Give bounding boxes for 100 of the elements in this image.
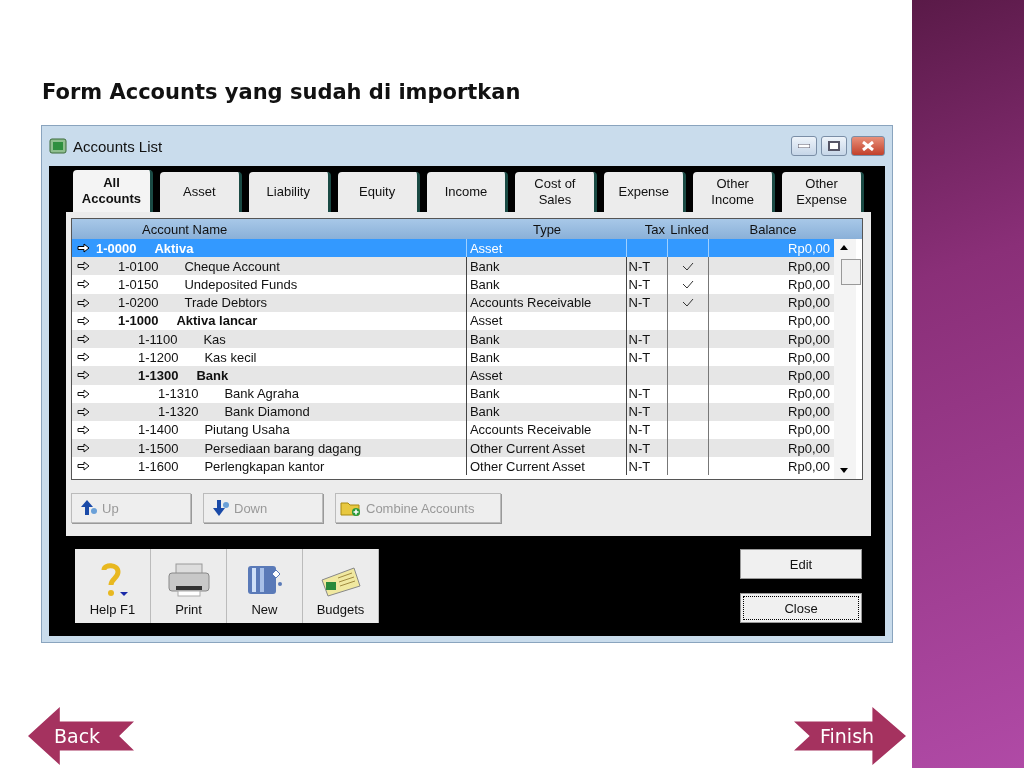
balance-amount: Rp0,00 xyxy=(788,313,830,329)
scrollbar[interactable] xyxy=(834,239,856,479)
account-type: Asset xyxy=(469,313,503,329)
account-type: Bank xyxy=(469,258,500,274)
column-header: Tax xyxy=(643,220,666,239)
tab[interactable]: Other Expense xyxy=(782,172,864,212)
arrow-icon xyxy=(77,279,91,290)
printer-icon xyxy=(165,562,212,598)
arrow-icon xyxy=(77,406,91,417)
balance-amount: Rp0,00 xyxy=(788,386,830,402)
tax-code: N-T xyxy=(628,349,651,365)
next-button[interactable]: Finish xyxy=(794,707,906,765)
maximize-icon xyxy=(828,141,840,151)
tab[interactable]: Asset xyxy=(159,172,242,212)
tax-code: N-T xyxy=(628,440,651,456)
account-number: 1-1100 xyxy=(137,331,178,347)
arrow-icon xyxy=(77,388,91,399)
account-number: 1-0100 xyxy=(117,258,159,274)
balance-amount: Rp0,00 xyxy=(788,295,830,311)
account-name: Kas kecil xyxy=(204,349,257,365)
folder-plus-icon xyxy=(340,499,362,517)
balance-amount: Rp0,00 xyxy=(788,367,830,383)
account-name: Perlengkapan kantor xyxy=(204,458,325,474)
column-header: Linked xyxy=(669,220,710,239)
action-button[interactable]: Close xyxy=(740,593,862,623)
account-name: Undeposited Funds xyxy=(184,276,298,292)
balance-amount: Rp0,00 xyxy=(788,404,830,420)
account-type: Asset xyxy=(469,367,503,383)
account-number: 1-1400 xyxy=(137,422,179,438)
balance-amount: Rp0,00 xyxy=(788,331,830,347)
back-button[interactable]: Back xyxy=(28,707,134,765)
table-row[interactable]: 1-1300 Bank Asset Rp0,00 xyxy=(72,366,834,385)
balance-amount: Rp0,00 xyxy=(788,422,830,438)
account-number: 1-1500 xyxy=(137,440,179,456)
window-icon xyxy=(49,138,67,154)
account-name: Trade Debtors xyxy=(184,295,268,311)
account-name: Bank Diamond xyxy=(224,404,310,420)
account-type: Asset xyxy=(469,240,503,256)
account-number: 1-1320 xyxy=(157,404,199,420)
account-type: Bank xyxy=(469,331,500,347)
arrow-icon xyxy=(77,370,91,381)
account-type: Accounts Receivable xyxy=(469,422,592,438)
tab[interactable]: Liability xyxy=(248,172,331,212)
arrow-icon xyxy=(77,334,91,345)
account-number: 1-0200 xyxy=(117,295,159,311)
account-name: Bank xyxy=(196,367,229,383)
tax-code: N-T xyxy=(628,458,651,474)
account-number: 1-1300 xyxy=(137,367,179,383)
arrow-icon xyxy=(77,297,91,308)
column-header: Balance xyxy=(748,220,798,239)
arrow-icon xyxy=(77,243,91,254)
checkmark-icon xyxy=(682,261,695,271)
tab[interactable]: Income xyxy=(426,172,509,212)
table-row[interactable]: 1-1500 Persediaan barang dagang Other Current Asset N-T Rp0,00 xyxy=(72,439,834,458)
tab[interactable]: Expense xyxy=(604,172,687,212)
tax-code: N-T xyxy=(628,331,651,347)
tab[interactable]: All Accounts xyxy=(73,170,153,212)
account-type: Bank xyxy=(469,276,500,292)
account-number: 1-0150 xyxy=(117,276,159,292)
balance-amount: Rp0,00 xyxy=(788,240,830,256)
action-button[interactable]: Edit xyxy=(740,549,862,579)
balance-amount: Rp0,00 xyxy=(788,349,830,365)
maximize-button[interactable] xyxy=(821,136,847,156)
account-name: Persediaan barang dagang xyxy=(204,440,362,456)
tax-code: N-T xyxy=(628,276,651,292)
tax-code: N-T xyxy=(628,386,651,402)
account-type: Bank xyxy=(469,404,500,420)
account-name: Kas xyxy=(203,331,226,347)
account-number: 1-1310 xyxy=(157,386,199,402)
arrow-icon xyxy=(77,352,91,363)
account-number: 1-1200 xyxy=(137,349,179,365)
account-number: 1-0000 xyxy=(95,240,137,256)
account-number: 1-1600 xyxy=(137,458,179,474)
tax-code: N-T xyxy=(628,295,651,311)
tab[interactable]: Cost of Sales xyxy=(515,172,598,212)
account-name: Aktiva lancar xyxy=(176,313,258,329)
arrow-icon xyxy=(77,443,91,454)
slide-title: Form Accounts yang sudah di importkan xyxy=(42,80,521,104)
account-name: Piutang Usaha xyxy=(204,422,290,438)
tax-code: N-T xyxy=(628,422,651,438)
scroll-thumb[interactable] xyxy=(841,259,861,285)
balance-amount: Rp0,00 xyxy=(788,258,830,274)
minimize-button[interactable] xyxy=(791,136,817,156)
tab[interactable]: Equity xyxy=(337,172,420,212)
account-name: Aktiva xyxy=(154,240,194,256)
checkmark-icon xyxy=(682,298,695,308)
tab[interactable]: Other Income xyxy=(693,172,776,212)
account-type: Other Current Asset xyxy=(469,440,585,456)
balance-amount: Rp0,00 xyxy=(788,276,830,292)
arrow-icon xyxy=(77,315,91,326)
column-header: Account Name xyxy=(141,220,229,239)
table-row[interactable]: 1-0100 Cheque Account Bank N-T Rp0,00 xyxy=(72,257,834,276)
close-button[interactable] xyxy=(851,136,885,156)
scroll-down-icon xyxy=(840,468,848,473)
account-type: Bank xyxy=(469,349,500,365)
arrow-icon xyxy=(77,424,91,435)
arrow-icon xyxy=(77,461,91,472)
arrow-icon xyxy=(77,261,91,272)
account-type: Accounts Receivable xyxy=(469,295,592,311)
account-name: Cheque Account xyxy=(184,258,280,274)
